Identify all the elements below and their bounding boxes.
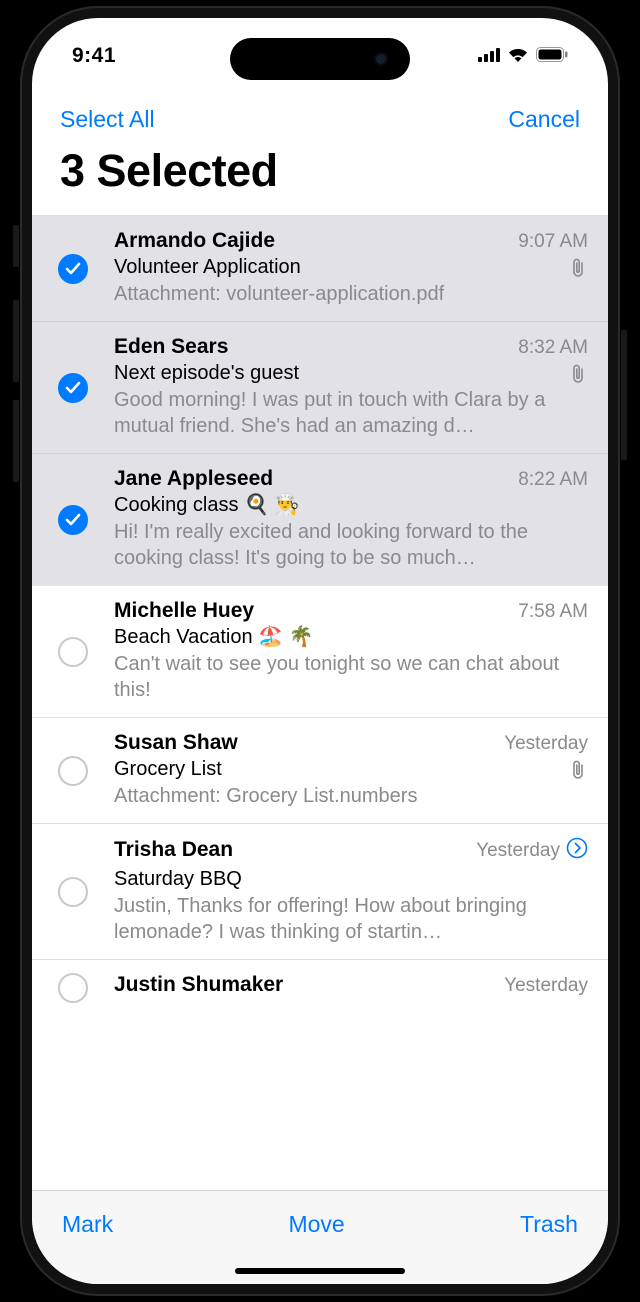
message-subject: Volunteer Application <box>114 254 560 280</box>
message-subject: Next episode's guest <box>114 360 560 386</box>
message-body: Trisha Dean YesterdaySaturday BBQJustin, … <box>114 824 608 959</box>
message-preview: Hi! I'm really excited and looking forwa… <box>114 519 560 571</box>
message-subject: Beach Vacation 🏖️ 🌴 <box>114 624 560 650</box>
message-sender: Michelle Huey <box>114 599 254 623</box>
message-preview: Can't wait to see you tonight so we can … <box>114 651 560 703</box>
message-time: 7:58 AM <box>518 601 588 623</box>
message-time: 8:22 AM <box>518 469 588 491</box>
message-time: Yesterday <box>476 837 588 865</box>
dynamic-island <box>230 38 410 80</box>
selection-checkbox[interactable] <box>32 824 114 959</box>
message-list: Armando Cajide 9:07 AMVolunteer Applicati… <box>32 215 608 1190</box>
message-sender: Eden Sears <box>114 335 228 359</box>
message-row[interactable]: Jane Appleseed 8:22 AMCooking class 🍳 👨‍🍳… <box>32 453 608 585</box>
message-row[interactable]: Michelle Huey 7:58 AMBeach Vacation 🏖️ 🌴C… <box>32 585 608 717</box>
attachment-icon <box>571 266 585 283</box>
message-body: Eden Sears 8:32 AMNext episode's guestGoo… <box>114 322 608 453</box>
message-body: Michelle Huey 7:58 AMBeach Vacation 🏖️ 🌴C… <box>114 586 608 717</box>
message-row[interactable]: Trisha Dean YesterdaySaturday BBQJustin, … <box>32 823 608 959</box>
selection-checkbox[interactable] <box>32 586 114 717</box>
battery-icon <box>536 44 568 68</box>
message-preview: Good morning! I was put in touch with Cl… <box>114 387 560 439</box>
message-body: Justin Shumaker Yesterday <box>114 960 608 1015</box>
status-time: 9:41 <box>72 44 116 68</box>
nav-bar: Select All Cancel <box>32 88 608 141</box>
message-sender: Trisha Dean <box>114 838 233 862</box>
cancel-button[interactable]: Cancel <box>508 106 580 133</box>
message-subject: Saturday BBQ <box>114 866 560 892</box>
message-sender: Armando Cajide <box>114 229 275 253</box>
trash-button[interactable]: Trash <box>520 1211 578 1284</box>
message-time: 8:32 AM <box>518 337 588 359</box>
attachment-icon <box>571 372 585 389</box>
wifi-icon <box>507 44 529 68</box>
mark-button[interactable]: Mark <box>62 1211 113 1284</box>
selection-checkbox[interactable] <box>32 960 114 1015</box>
selection-checkbox[interactable] <box>32 454 114 585</box>
attachment-icon <box>571 768 585 785</box>
home-indicator[interactable] <box>235 1268 405 1274</box>
message-preview: Attachment: volunteer-application.pdf <box>114 281 560 307</box>
message-row[interactable]: Armando Cajide 9:07 AMVolunteer Applicati… <box>32 215 608 321</box>
message-preview: Justin, Thanks for offering! How about b… <box>114 893 560 945</box>
message-subject: Cooking class 🍳 👨‍🍳 <box>114 492 560 518</box>
cellular-icon <box>478 44 500 68</box>
selection-checkbox[interactable] <box>32 216 114 321</box>
message-row[interactable]: Susan Shaw YesterdayGrocery ListAttachmen… <box>32 717 608 823</box>
message-sender: Susan Shaw <box>114 731 238 755</box>
message-row[interactable]: Eden Sears 8:32 AMNext episode's guestGoo… <box>32 321 608 453</box>
selection-checkbox[interactable] <box>32 718 114 823</box>
message-body: Jane Appleseed 8:22 AMCooking class 🍳 👨‍🍳… <box>114 454 608 585</box>
message-time: Yesterday <box>504 733 588 755</box>
select-all-button[interactable]: Select All <box>60 106 155 133</box>
message-time: 9:07 AM <box>518 231 588 253</box>
message-body: Armando Cajide 9:07 AMVolunteer Applicati… <box>114 216 608 321</box>
message-sender: Jane Appleseed <box>114 467 273 491</box>
message-preview: Attachment: Grocery List.numbers <box>114 783 560 809</box>
selection-checkbox[interactable] <box>32 322 114 453</box>
page-title: 3 Selected <box>32 141 608 215</box>
reply-icon <box>566 837 588 865</box>
message-sender: Justin Shumaker <box>114 973 283 997</box>
message-row[interactable]: Justin Shumaker Yesterday <box>32 959 608 1015</box>
message-time: Yesterday <box>504 975 588 997</box>
message-body: Susan Shaw YesterdayGrocery ListAttachmen… <box>114 718 608 823</box>
message-subject: Grocery List <box>114 756 560 782</box>
